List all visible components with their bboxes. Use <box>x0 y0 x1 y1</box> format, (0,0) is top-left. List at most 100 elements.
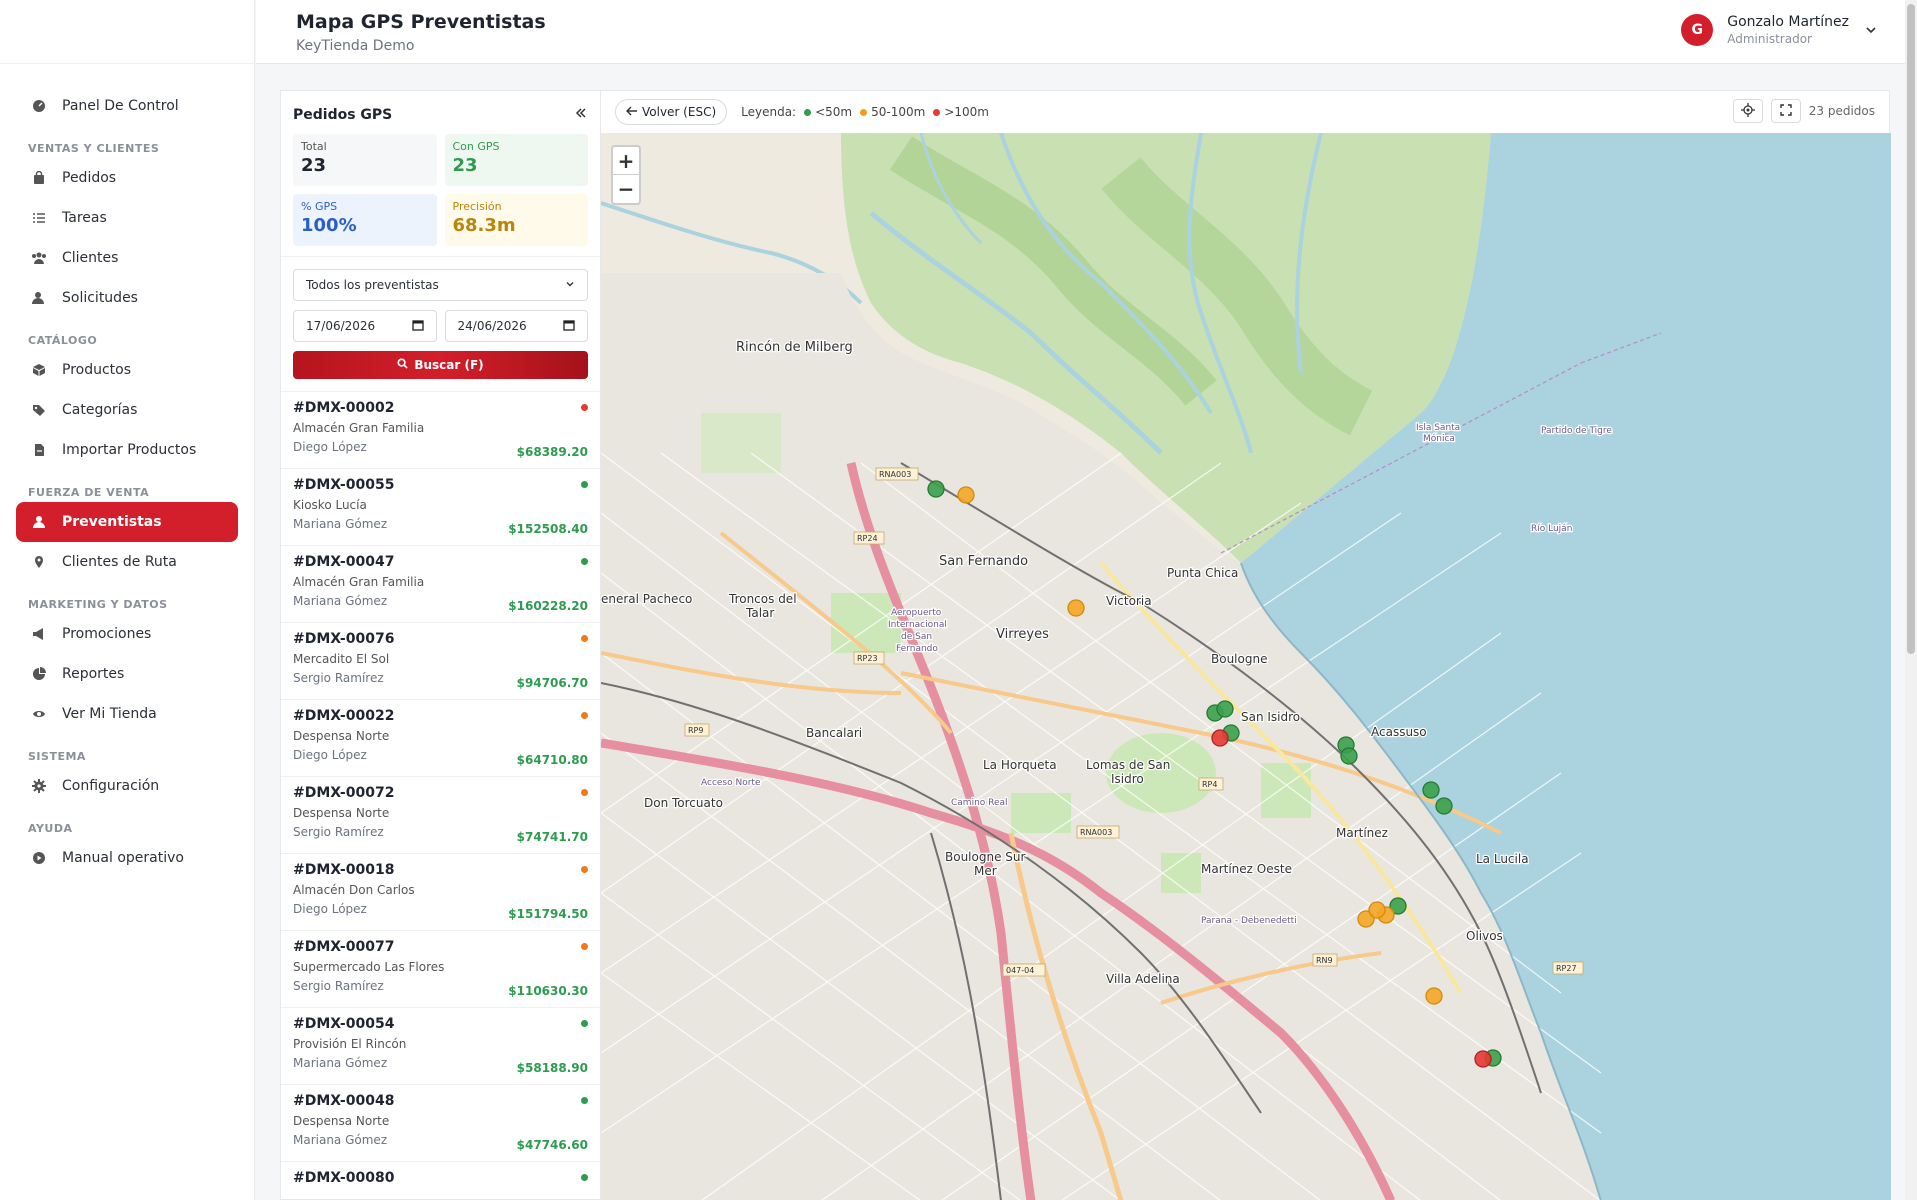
order-store: Despensa Norte <box>293 1114 390 1128</box>
order-code: #DMX-00080 <box>293 1170 395 1186</box>
order-marker[interactable] <box>1368 901 1386 919</box>
order-store: Despensa Norte <box>293 729 390 743</box>
map-place-label: Martínez Oeste <box>1201 862 1292 876</box>
status-dot-icon <box>581 481 588 488</box>
map-place-label: Talar <box>745 606 774 620</box>
order-list-item[interactable]: #DMX-00018 Almacén Don Carlos Diego López $… <box>281 854 600 931</box>
arrow-left-icon <box>626 105 638 119</box>
date-to-input[interactable]: 24/06/2026 <box>444 310 588 342</box>
order-marker[interactable] <box>1474 1050 1492 1068</box>
order-amount: $68389.20 <box>516 445 588 459</box>
order-list-item[interactable]: #DMX-00076 Mercadito El Sol Sergio Ramírez… <box>281 623 600 700</box>
sidebar-item-pedidos[interactable]: Pedidos <box>16 158 238 198</box>
order-list-item[interactable]: #DMX-00048 Despensa Norte Mariana Gómez $47… <box>281 1085 600 1162</box>
order-list-item[interactable]: #DMX-00054 Provisión El Rincón Mariana Góm… <box>281 1008 600 1085</box>
sidebar-item-label: Importar Productos <box>62 442 197 458</box>
order-amount: $160228.20 <box>508 599 588 613</box>
order-list-item[interactable]: #DMX-00077 Supermercado Las Flores Sergio … <box>281 931 600 1008</box>
zoom-in-button[interactable]: + <box>613 147 639 175</box>
order-marker[interactable] <box>1435 797 1453 815</box>
legend-entry: <50m <box>804 105 852 119</box>
search-button-label: Buscar (F) <box>414 358 484 372</box>
map-place-label: Lomas de San <box>1086 758 1170 772</box>
map-place-label: Virreyes <box>996 627 1049 642</box>
sidebar-item-promociones[interactable]: Promociones <box>16 614 238 654</box>
sidebar-item-importar-productos[interactable]: Importar Productos <box>16 430 238 470</box>
calendar-icon[interactable] <box>563 319 575 334</box>
sidebar-item-reportes[interactable]: Reportes <box>16 654 238 694</box>
order-list-item[interactable]: #DMX-00002 Almacén Gran Familia Diego Lópe… <box>281 392 600 469</box>
order-store: Almacén Gran Familia <box>293 421 425 435</box>
sidebar-item-clientes-de-ruta[interactable]: Clientes de Ruta <box>16 542 238 582</box>
legend-entry-label: <50m <box>815 105 853 119</box>
sidebar-item-label: Productos <box>62 362 132 378</box>
stat-gps-percent: % GPS 100% <box>293 194 437 246</box>
order-marker[interactable] <box>1216 700 1234 718</box>
search-icon <box>397 358 409 372</box>
order-marker[interactable] <box>1340 747 1358 765</box>
stat-value: 23 <box>452 155 478 176</box>
sidebar-item-label: Reportes <box>62 666 125 682</box>
sidebar-item-manual-operativo[interactable]: Manual operativo <box>16 838 238 878</box>
locate-button[interactable] <box>1732 99 1763 123</box>
seller-select[interactable]: Todos los preventistas <box>293 269 588 301</box>
scrollbar-thumb[interactable] <box>1907 4 1915 654</box>
order-marker[interactable] <box>1211 729 1229 747</box>
collapse-panel-icon[interactable] <box>574 105 588 124</box>
page-scrollbar[interactable] <box>1905 0 1917 1200</box>
sidebar-item-clientes[interactable]: Clientes <box>16 238 238 278</box>
users-icon <box>30 249 48 267</box>
sidebar-item-configuracion[interactable]: Configuración <box>16 766 238 806</box>
status-dot-icon <box>581 1174 588 1181</box>
sidebar-item-label: Tareas <box>62 210 107 226</box>
order-list-item[interactable]: #DMX-00055 Kiosko Lucía Mariana Gómez $1525… <box>281 469 600 546</box>
order-list-item[interactable]: #DMX-00047 Almacén Gran Familia Mariana Gó… <box>281 546 600 623</box>
order-list-item[interactable]: #DMX-00022 Despensa Norte Diego López $6471… <box>281 700 600 777</box>
sidebar-item-preventistas[interactable]: Preventistas <box>16 502 238 542</box>
fullscreen-button[interactable] <box>1770 99 1801 123</box>
date-from-input[interactable]: 17/06/2026 <box>293 310 437 342</box>
order-marker[interactable] <box>1425 987 1443 1005</box>
map-place-label: Olivos <box>1466 929 1503 943</box>
sidebar-item-solicitudes[interactable]: Solicitudes <box>16 278 238 318</box>
map-place-label: Rincón de Milberg <box>736 340 853 355</box>
zoom-out-button[interactable]: − <box>613 175 639 203</box>
user-menu[interactable]: G Gonzalo Martínez Administrador <box>1681 14 1877 46</box>
map-place-label: Boulogne Sur <box>945 850 1025 864</box>
crosshair-icon <box>1740 102 1755 120</box>
search-button[interactable]: Buscar (F) <box>293 351 588 379</box>
sidebar: Panel De Control VENTAS Y CLIENTES Pedidos… <box>0 0 255 1200</box>
order-code: #DMX-00072 <box>293 785 395 801</box>
chevron-down-icon[interactable] <box>1865 21 1877 40</box>
order-list-item[interactable]: #DMX-00080 <box>281 1162 600 1199</box>
calendar-icon[interactable] <box>411 319 424 334</box>
sidebar-item-categorias[interactable]: Categorías <box>16 390 238 430</box>
order-marker[interactable] <box>927 480 945 498</box>
status-dot-icon <box>581 558 588 565</box>
road-badge-label: RP24 <box>857 534 878 543</box>
user-request-icon <box>30 289 48 307</box>
user-icon <box>30 513 48 531</box>
road-badge: RN9 <box>1312 953 1338 967</box>
order-list-item[interactable]: #DMX-00072 Despensa Norte Sergio Ramírez $7… <box>281 777 600 854</box>
road-badge-label: RP4 <box>1202 780 1217 789</box>
eye-icon <box>30 705 48 723</box>
order-marker[interactable] <box>957 486 975 504</box>
status-dot-icon <box>581 404 588 411</box>
road-badge-label: 047-04 <box>1006 966 1034 975</box>
back-button[interactable]: Volver (ESC) <box>615 99 728 125</box>
road-badge-label: RP27 <box>1556 964 1577 973</box>
sidebar-item-panel-de-control[interactable]: Panel De Control <box>16 86 238 126</box>
map-canvas[interactable]: Rincón de Milberg San Fernando Punta Chica… <box>601 133 1891 1200</box>
map-tiles[interactable]: Rincón de Milberg San Fernando Punta Chica… <box>601 133 1891 1200</box>
sidebar-item-ver-mi-tienda[interactable]: Ver Mi Tienda <box>16 694 238 734</box>
stat-value: 23 <box>301 155 327 176</box>
map-place-label: Internacional <box>888 620 947 630</box>
order-marker[interactable] <box>1067 599 1085 617</box>
legend-entry-label: 50-100m <box>871 105 926 119</box>
order-marker[interactable] <box>1422 781 1440 799</box>
map-place-label: Isidro <box>1111 772 1144 786</box>
sidebar-item-tareas[interactable]: Tareas <box>16 198 238 238</box>
sidebar-item-productos[interactable]: Productos <box>16 350 238 390</box>
orders-count: 23 pedidos <box>1808 104 1875 118</box>
